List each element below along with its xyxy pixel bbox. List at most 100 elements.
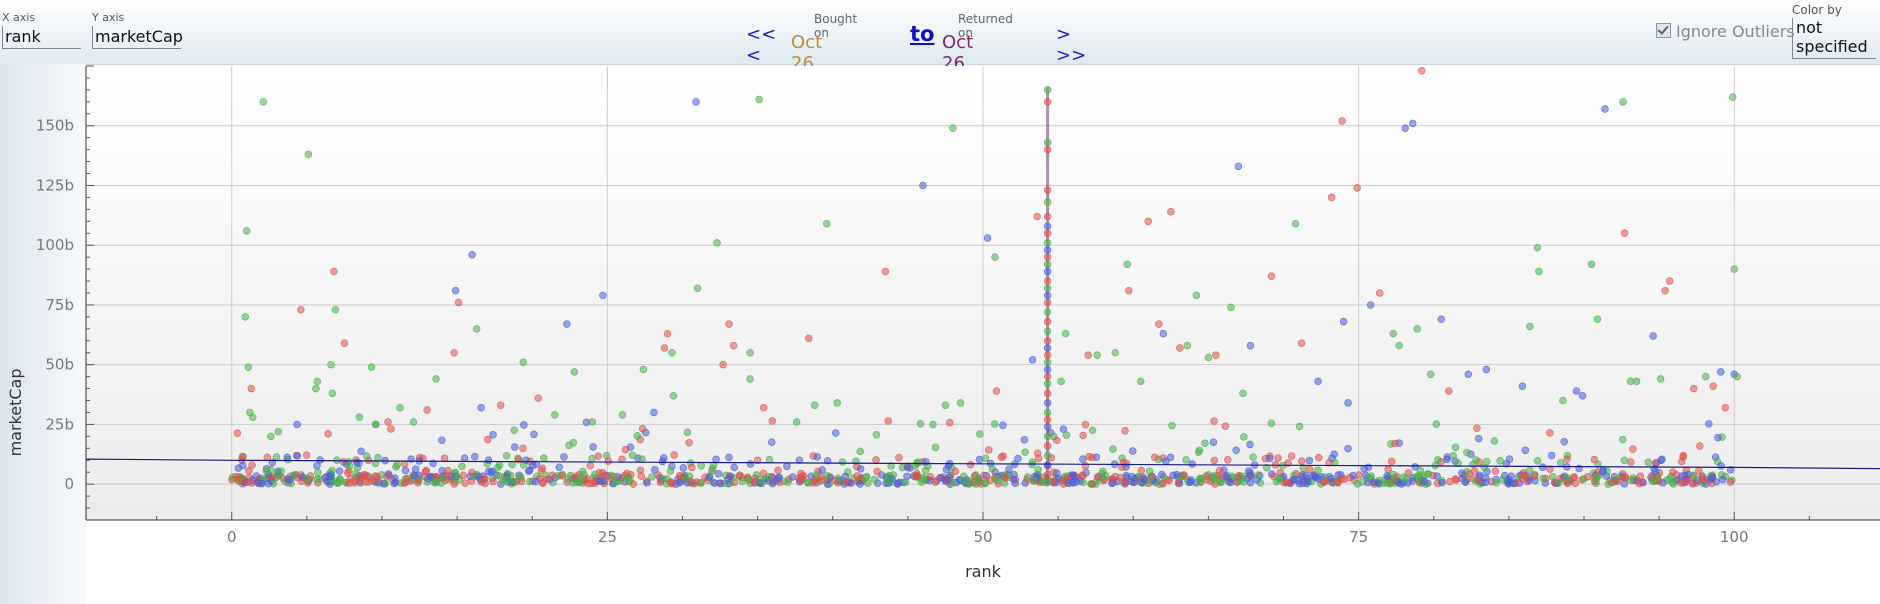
data-point — [1183, 341, 1192, 350]
data-point — [1716, 368, 1725, 376]
data-point — [856, 480, 864, 488]
data-point — [266, 465, 275, 474]
data-point — [1379, 479, 1388, 487]
data-point — [247, 384, 256, 393]
previous-period-button[interactable]: << < — [746, 24, 776, 66]
data-point — [1020, 436, 1029, 444]
data-point — [489, 430, 497, 439]
data-point — [1232, 446, 1240, 455]
data-point — [531, 477, 540, 486]
data-point — [254, 478, 262, 487]
data-point — [468, 468, 476, 477]
x-axis-input[interactable]: rank — [2, 26, 81, 49]
data-point — [496, 401, 505, 410]
data-point — [259, 98, 268, 106]
data-point — [1730, 265, 1739, 273]
data-point — [1554, 479, 1563, 488]
data-point — [663, 329, 672, 338]
data-point — [522, 456, 530, 465]
x-axis-caption: X axis — [2, 11, 36, 24]
y-axis-input[interactable]: marketCap — [92, 26, 183, 49]
data-point — [1111, 348, 1119, 357]
data-point — [951, 467, 960, 476]
data-point — [1140, 475, 1149, 484]
data-point — [1473, 424, 1481, 432]
data-point — [534, 394, 543, 402]
data-point — [1043, 267, 1052, 276]
data-point — [1159, 329, 1168, 338]
data-point — [679, 464, 688, 472]
data-point — [1569, 473, 1578, 482]
data-point — [862, 473, 870, 482]
data-point — [1274, 475, 1283, 484]
data-point — [1210, 417, 1218, 425]
data-point — [1649, 332, 1657, 340]
data-point — [1464, 370, 1473, 378]
data-point — [1651, 468, 1660, 476]
data-point — [990, 420, 999, 428]
data-point — [926, 476, 934, 485]
data-point — [1426, 370, 1435, 378]
data-point — [540, 454, 548, 462]
data-point — [1492, 479, 1500, 487]
data-point — [738, 477, 747, 485]
data-point — [1274, 454, 1282, 462]
data-point — [853, 472, 861, 480]
data-point — [335, 467, 344, 475]
data-point — [1604, 480, 1613, 488]
data-point — [1043, 327, 1052, 335]
data-point — [768, 417, 777, 425]
data-point — [660, 344, 669, 352]
data-point — [983, 234, 992, 242]
data-point — [1240, 433, 1248, 441]
checkbox-checked-icon[interactable] — [1656, 23, 1671, 38]
data-point — [895, 453, 903, 462]
x-tick-label: 100 — [1720, 528, 1749, 546]
data-point — [1131, 474, 1139, 483]
data-point — [872, 431, 881, 439]
data-point — [588, 418, 597, 426]
data-point — [946, 418, 954, 427]
data-point — [1201, 439, 1209, 447]
to-link[interactable]: to — [910, 22, 934, 46]
data-point — [1224, 456, 1232, 464]
data-point — [576, 474, 585, 482]
data-point — [1267, 272, 1276, 281]
y-axis-title: marketCap — [6, 369, 25, 457]
data-point — [648, 473, 656, 481]
data-point — [831, 429, 840, 437]
data-point — [1314, 466, 1322, 474]
data-point — [1295, 422, 1304, 431]
ignore-outliers-toggle[interactable]: Ignore Outliers — [1656, 22, 1795, 41]
color-by-select[interactable]: not specified — [1792, 18, 1876, 59]
data-point — [1043, 470, 1052, 479]
data-point — [1370, 478, 1378, 486]
data-point — [263, 453, 271, 462]
data-point — [243, 227, 251, 235]
data-point — [530, 430, 538, 439]
data-point — [1043, 432, 1052, 441]
data-point — [345, 479, 354, 487]
data-point — [460, 454, 469, 462]
data-point — [1627, 458, 1635, 466]
data-point — [1443, 455, 1451, 464]
data-point — [685, 472, 694, 481]
data-point — [1556, 459, 1565, 467]
data-point — [1043, 380, 1052, 388]
next-period-button[interactable]: > >> — [1056, 24, 1086, 66]
data-point — [1644, 458, 1653, 467]
data-point — [1635, 479, 1644, 488]
scatter-chart[interactable]: 0 25b 50b 75b 100b 125b 150b 0 25 50 75 100 rank m… — [0, 64, 1880, 604]
data-point — [558, 472, 566, 480]
data-point — [1620, 229, 1629, 238]
data-point — [604, 457, 613, 465]
data-point — [1043, 246, 1052, 254]
data-point — [804, 334, 813, 343]
data-point — [241, 313, 250, 321]
data-point — [1593, 315, 1602, 324]
data-point — [708, 464, 717, 473]
data-point — [1387, 457, 1396, 466]
data-point — [759, 403, 768, 412]
data-point — [468, 251, 476, 259]
data-point — [312, 384, 320, 393]
